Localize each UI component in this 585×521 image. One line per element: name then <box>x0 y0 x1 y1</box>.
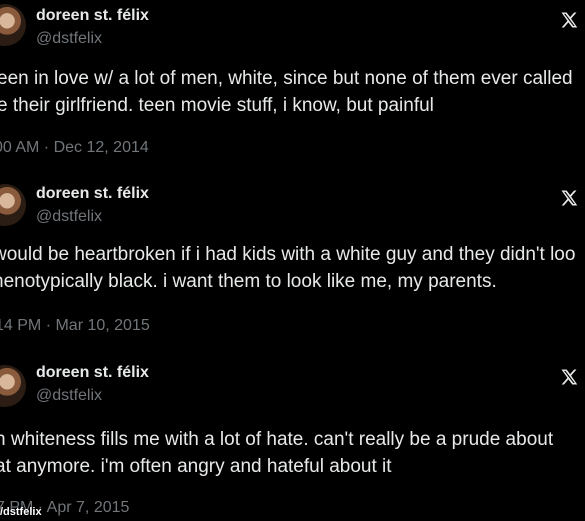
display-name[interactable]: doreen st. félix <box>36 364 149 382</box>
x-logo-icon <box>561 12 578 28</box>
avatar[interactable] <box>0 4 26 46</box>
display-name[interactable]: doreen st. félix <box>36 7 149 25</box>
watermark: /dstfelix <box>0 506 42 518</box>
tweet-text-line: e their girlfriend. teen movie stuff, i … <box>0 95 434 116</box>
handle[interactable]: @dstfelix <box>36 208 102 226</box>
avatar[interactable] <box>0 184 26 226</box>
handle[interactable]: @dstfelix <box>36 30 102 48</box>
tweet-text-line: henotypically black. i want them to look… <box>0 271 497 292</box>
x-logo-icon <box>561 190 578 206</box>
tweet-text: een in love w/ a lot of men, white, sinc… <box>0 65 585 119</box>
display-name[interactable]: doreen st. félix <box>36 185 149 203</box>
timestamp[interactable]: 00 AM · Dec 12, 2014 <box>0 139 149 157</box>
tweet-text: would be heartbroken if i had kids with … <box>0 241 585 295</box>
tweet-text-line: at anymore. i'm often angry and hateful … <box>0 456 392 477</box>
tweet-text-line: would be heartbroken if i had kids with … <box>0 244 576 265</box>
tweet-text-line: een in love w/ a lot of men, white, sinc… <box>0 68 573 89</box>
handle[interactable]: @dstfelix <box>36 387 102 405</box>
x-logo-icon <box>561 369 578 385</box>
tweet-text: h whiteness fills me with a lot of hate.… <box>0 426 585 480</box>
avatar[interactable] <box>0 365 26 407</box>
timestamp[interactable]: 14 PM · Mar 10, 2015 <box>0 317 150 335</box>
tweet-text-line: h whiteness fills me with a lot of hate.… <box>0 429 554 450</box>
